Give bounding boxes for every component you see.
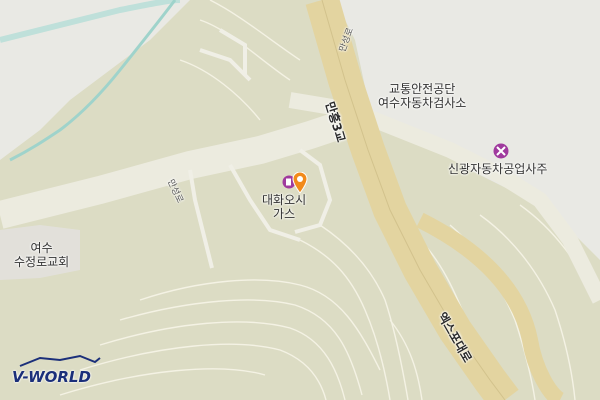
poi-gas-label[interactable]: 대화오시 가스	[262, 193, 306, 222]
vworld-logo: V-WORLD	[12, 368, 91, 386]
urban-area-top-left	[0, 0, 190, 160]
poi-church-line1: 여수	[30, 241, 53, 255]
logo-swoosh	[19, 354, 101, 367]
wrench-cross-icon[interactable]	[493, 143, 509, 159]
poi-gas-line2: 가스	[273, 207, 296, 222]
poi-agency-line2: 여수자동차검사소	[378, 96, 467, 111]
poi-agency-label[interactable]: 교통안전공단 여수자동차검사소	[378, 82, 466, 111]
poi-church-line2: 수정로교회	[14, 255, 70, 270]
location-pin-icon[interactable]	[292, 172, 308, 194]
poi-agency-line1: 교통안전공단	[389, 82, 456, 96]
poi-gas-line1: 대화오시	[262, 193, 307, 207]
poi-church-label[interactable]: 여수 수정로교회	[14, 241, 69, 270]
map-canvas[interactable]: 교통안전공단 여수자동차검사소 신광자동차공업사주 대화오시 가스 여수 수정로…	[0, 0, 600, 400]
poi-repair-label[interactable]: 신광자동차공업사주	[448, 162, 547, 176]
